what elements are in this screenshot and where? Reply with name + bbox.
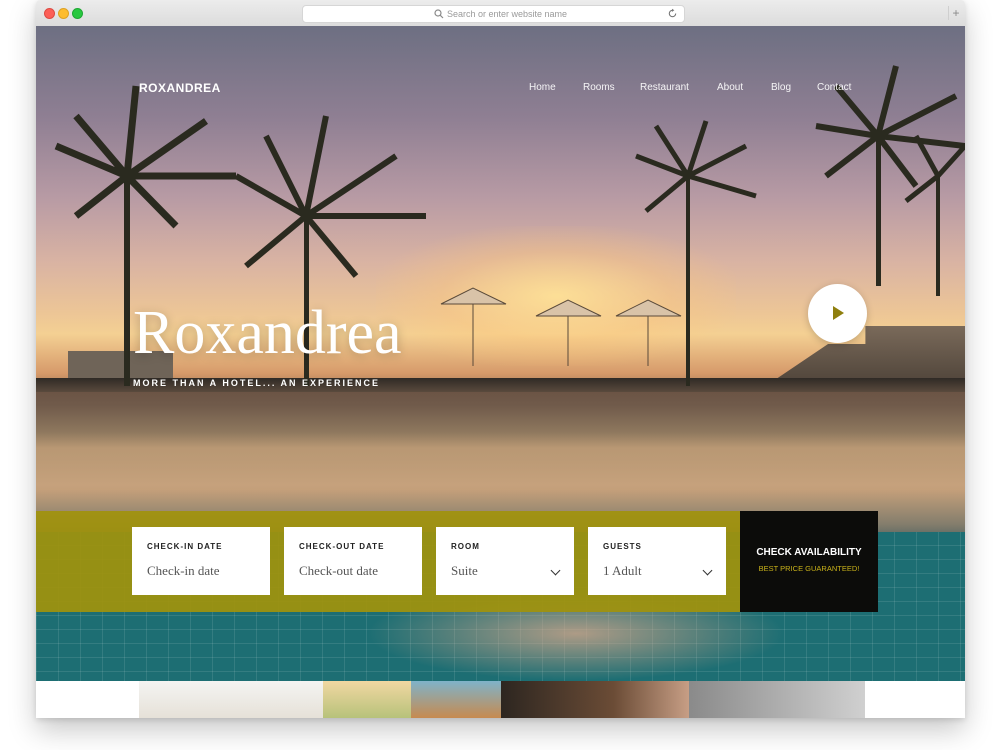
gallery-thumbnail-palms[interactable] — [323, 681, 411, 718]
play-icon — [833, 306, 844, 320]
guests-select-field[interactable]: GUESTS 1 Adult — [588, 527, 726, 595]
nav-item-blog[interactable]: Blog — [771, 82, 791, 93]
browser-titlebar: Search or enter website name + — [36, 0, 965, 27]
search-icon — [434, 9, 444, 19]
check-out-date-field[interactable]: CHECK-OUT DATE Check-out date — [284, 527, 422, 595]
maximize-window-button[interactable] — [72, 8, 83, 19]
site-logo[interactable]: ROXANDREA — [139, 81, 221, 95]
gallery-thumbnail-spa[interactable] — [689, 681, 865, 718]
minimize-window-button[interactable] — [58, 8, 69, 19]
nav-item-about[interactable]: About — [717, 82, 743, 93]
play-video-button[interactable] — [808, 284, 867, 343]
address-bar[interactable]: Search or enter website name — [302, 5, 685, 23]
gallery-thumbnail-beach[interactable] — [411, 681, 501, 718]
guests-select[interactable]: 1 Adult — [603, 563, 642, 579]
check-in-date-input[interactable]: Check-in date — [147, 563, 220, 579]
chevron-down-icon[interactable] — [702, 565, 713, 576]
nav-item-rooms[interactable]: Rooms — [583, 82, 615, 93]
nav-item-home[interactable]: Home — [529, 82, 556, 93]
check-in-date-label: CHECK-IN DATE — [147, 542, 223, 551]
nav-item-restaurant[interactable]: Restaurant — [640, 82, 689, 93]
nav-item-contact[interactable]: Contact — [817, 82, 851, 93]
check-availability-button[interactable]: CHECK AVAILABILITY BEST PRICE GUARANTEED… — [740, 511, 878, 612]
check-out-date-label: CHECK-OUT DATE — [299, 542, 385, 551]
room-select-field[interactable]: ROOM Suite — [436, 527, 574, 595]
check-in-date-field[interactable]: CHECK-IN DATE Check-in date — [132, 527, 270, 595]
guests-label: GUESTS — [603, 542, 642, 551]
new-tab-button[interactable]: + — [948, 6, 963, 20]
address-bar-placeholder: Search or enter website name — [447, 9, 568, 19]
check-availability-label: CHECK AVAILABILITY — [756, 547, 862, 558]
room-select[interactable]: Suite — [451, 563, 478, 579]
close-window-button[interactable] — [44, 8, 55, 19]
chevron-down-icon[interactable] — [550, 565, 561, 576]
check-out-date-input[interactable]: Check-out date — [299, 563, 378, 579]
hero-title: Roxandrea — [133, 299, 402, 367]
reload-icon[interactable] — [667, 8, 678, 19]
gallery-thumbnail-room[interactable] — [139, 681, 323, 718]
browser-window: Search or enter website name + ROXANDREA… — [36, 0, 965, 718]
hero-subtitle: MORE THAN A HOTEL... AN EXPERIENCE — [133, 378, 381, 388]
room-label: ROOM — [451, 542, 480, 551]
best-price-note: BEST PRICE GUARANTEED! — [758, 564, 860, 573]
gallery-thumbnail-guest[interactable] — [501, 681, 689, 718]
gallery-strip — [36, 681, 965, 718]
